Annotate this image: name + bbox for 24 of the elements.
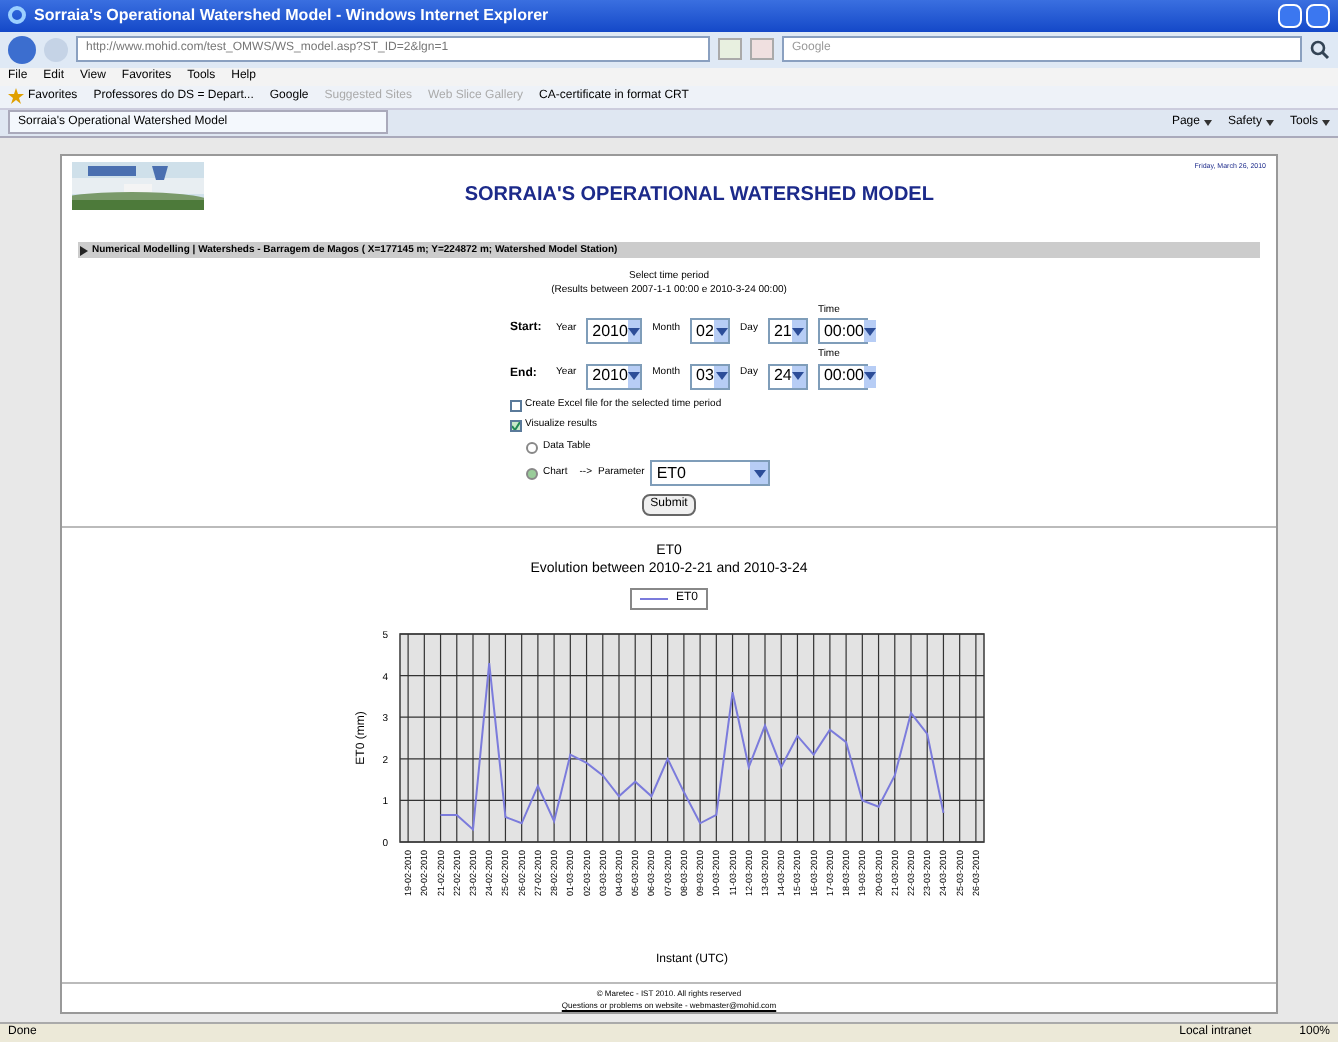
star-icon <box>8 88 24 105</box>
year-dropdown[interactable]: 2010 <box>586 363 643 390</box>
window-title: Sorraia's Operational Watershed Model - Windows Internet Explorer <box>34 3 549 28</box>
back-button[interactable] <box>8 35 36 64</box>
checkbox[interactable] <box>509 399 521 412</box>
search-icon[interactable] <box>1310 39 1330 60</box>
maximize-button[interactable] <box>1306 3 1330 28</box>
caret-icon <box>1203 119 1212 126</box>
checkbox[interactable] <box>509 420 521 433</box>
page-title: SORRAIA'S OPERATIONAL WATERSHED MODEL <box>462 181 936 210</box>
parameter-dropdown[interactable]: ET0 <box>650 460 771 487</box>
browser-logo-icon <box>8 6 26 25</box>
caret-icon <box>1322 119 1330 126</box>
caret-icon <box>1265 119 1274 126</box>
radio-button[interactable] <box>525 467 537 480</box>
month-dropdown[interactable]: 03 <box>690 363 731 390</box>
legend-line-icon <box>639 595 668 602</box>
radio-button[interactable] <box>525 441 537 454</box>
triangle-icon <box>80 245 88 256</box>
minimize-button[interactable] <box>1278 3 1302 28</box>
day-dropdown[interactable]: 24 <box>767 363 808 390</box>
year-dropdown[interactable]: 2010 <box>586 318 643 345</box>
day-dropdown[interactable]: 21 <box>767 318 808 345</box>
month-dropdown[interactable]: 02 <box>690 318 731 345</box>
